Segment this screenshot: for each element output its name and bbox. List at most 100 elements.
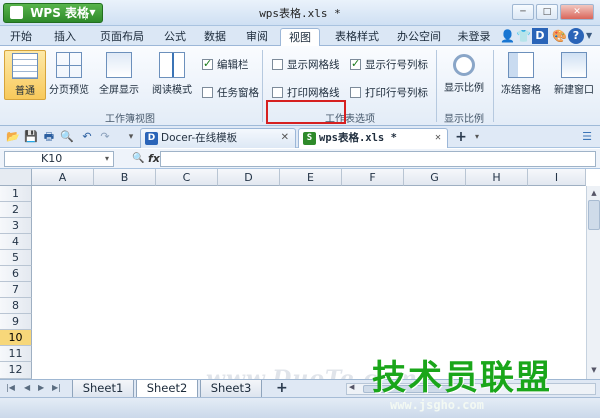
column-header[interactable]: A xyxy=(32,169,94,186)
row-header[interactable]: 11 xyxy=(0,346,32,362)
normal-view-button[interactable]: 普通 xyxy=(4,50,46,100)
help-icon[interactable]: ? xyxy=(568,28,584,44)
freeze-panes-button[interactable]: 冻结窗格 xyxy=(497,50,545,100)
tab-home[interactable]: 开始 xyxy=(2,28,40,46)
row-header[interactable]: 3 xyxy=(0,218,32,234)
row-header[interactable]: 9 xyxy=(0,314,32,330)
edit-bar-checkbox[interactable]: 编辑栏 xyxy=(202,57,249,74)
row-header[interactable]: 1 xyxy=(0,186,32,202)
scroll-left-icon[interactable]: ◀ xyxy=(349,383,354,391)
add-sheet-plus-icon[interactable]: + xyxy=(276,380,288,396)
site-brand-url: www.jsgho.com xyxy=(390,398,484,412)
print-preview-icon[interactable]: 🔍 xyxy=(60,130,74,144)
save-icon[interactable]: 💾 xyxy=(24,130,38,144)
sheet-tab-sheet3[interactable]: Sheet3 xyxy=(200,380,262,398)
row-header[interactable]: 4 xyxy=(0,234,32,250)
row-header[interactable]: 8 xyxy=(0,298,32,314)
tab-office-space[interactable]: 办公空间 xyxy=(392,28,446,46)
status-bar xyxy=(0,397,600,418)
chevron-down-icon[interactable]: ▾ xyxy=(105,152,109,166)
column-header[interactable]: H xyxy=(466,169,528,186)
ribbon: 普通 分页预览 全屏显示 阅读模式 编辑栏 任务窗格 工作簿视图 显示网格线 打… xyxy=(0,46,600,126)
page-break-preview-button[interactable]: 分页预览 xyxy=(48,50,90,100)
tab-page-layout[interactable]: 页面布局 xyxy=(92,28,152,46)
minimize-button[interactable]: ─ xyxy=(512,4,534,20)
new-tab-plus-icon[interactable]: + xyxy=(454,130,468,144)
spreadsheet-grid[interactable]: A B C D E F G H I 1 2 3 4 5 6 7 8 9 10 1… xyxy=(0,169,600,392)
scroll-up-icon[interactable]: ▲ xyxy=(588,187,600,199)
next-sheet-icon[interactable]: ▶ xyxy=(38,383,44,392)
row-header-selected[interactable]: 10 xyxy=(0,330,32,346)
sheet-tab-sheet2[interactable]: Sheet2 xyxy=(136,380,198,398)
customize-chevron-icon[interactable]: ▾ xyxy=(124,130,138,144)
column-header[interactable]: C xyxy=(156,169,218,186)
doc-tab-docer[interactable]: D Docer-在线模板 ✕ xyxy=(140,128,296,148)
column-header[interactable]: E xyxy=(280,169,342,186)
column-header[interactable]: G xyxy=(404,169,466,186)
checkbox-checked-icon xyxy=(202,57,213,71)
top-right-icons: 👤 👕 D 🎨 ? ▼ xyxy=(500,28,596,44)
tab-list-icon[interactable]: ☰ xyxy=(580,130,594,144)
new-window-label: 新建窗口 xyxy=(554,85,594,96)
freeze-panes-icon xyxy=(508,52,534,78)
column-header[interactable]: B xyxy=(94,169,156,186)
sheet-tab-sheet1[interactable]: Sheet1 xyxy=(72,380,134,398)
row-header[interactable]: 12 xyxy=(0,362,32,379)
column-header[interactable]: F xyxy=(342,169,404,186)
shirt-icon[interactable]: 👕 xyxy=(516,29,531,43)
first-sheet-icon[interactable]: |◀ xyxy=(6,383,15,392)
task-pane-checkbox[interactable]: 任务窗格 xyxy=(202,86,259,102)
new-window-button[interactable]: 新建窗口 xyxy=(548,50,600,100)
undo-icon[interactable]: ↶ xyxy=(80,130,94,144)
user-icon[interactable]: 👤 xyxy=(500,29,515,43)
redo-icon[interactable]: ↷ xyxy=(98,130,112,144)
print-headers-checkbox[interactable]: 打印行号列标 xyxy=(350,86,428,102)
reading-mode-button[interactable]: 阅读模式 xyxy=(148,50,196,100)
tab-review[interactable]: 审阅 xyxy=(240,28,274,46)
row-header[interactable]: 7 xyxy=(0,282,32,298)
scroll-down-icon[interactable]: ▼ xyxy=(588,364,600,376)
group-label-zoom: 显示比例 xyxy=(444,114,484,125)
column-header[interactable]: I xyxy=(528,169,586,186)
close-button[interactable]: ✕ xyxy=(560,4,594,20)
open-folder-icon[interactable]: 📂 xyxy=(6,130,20,144)
close-icon[interactable]: ✕ xyxy=(435,129,441,147)
show-gridlines-checkbox[interactable]: 显示网格线 xyxy=(272,58,340,74)
docer-icon[interactable]: D xyxy=(532,28,548,44)
column-header[interactable]: D xyxy=(218,169,280,186)
login-link[interactable]: 未登录 xyxy=(454,28,494,46)
name-box-value: K10 xyxy=(41,152,63,165)
zoom-search-icon[interactable]: 🔍 xyxy=(132,151,144,167)
zoom-button[interactable]: 显示比例 xyxy=(440,50,488,100)
tab-data[interactable]: 数据 xyxy=(198,28,232,46)
tab-table-style[interactable]: 表格样式 xyxy=(326,28,388,46)
row-header[interactable]: 6 xyxy=(0,266,32,282)
vertical-scrollbar[interactable]: ▲ ▼ xyxy=(586,186,600,379)
doc-tab-wps-xls[interactable]: S wps表格.xls * ✕ xyxy=(298,128,448,148)
close-icon[interactable]: ✕ xyxy=(281,129,289,147)
last-sheet-icon[interactable]: ▶| xyxy=(52,383,61,392)
row-header[interactable]: 2 xyxy=(0,202,32,218)
row-header[interactable]: 5 xyxy=(0,250,32,266)
checkbox-unchecked-icon xyxy=(272,59,283,70)
chevron-down-icon[interactable]: ▼ xyxy=(586,31,592,40)
prev-sheet-icon[interactable]: ◀ xyxy=(24,383,30,392)
tab-insert[interactable]: 插入 xyxy=(46,28,84,46)
show-headers-label: 显示行号列标 xyxy=(365,59,428,71)
print-icon[interactable]: 🖶 xyxy=(42,130,56,144)
chevron-down-icon[interactable]: ▾ xyxy=(470,130,484,144)
fullscreen-button[interactable]: 全屏显示 xyxy=(98,50,140,100)
show-headers-checkbox[interactable]: 显示行号列标 xyxy=(350,57,428,74)
title-bar: WPS 表格 ▼ wps表格.xls * ─ □ ✕ xyxy=(0,0,600,26)
formula-bar: K10 ▾ 🔍 fx xyxy=(0,149,600,169)
fx-icon[interactable]: fx xyxy=(148,151,160,167)
scroll-thumb[interactable] xyxy=(588,200,600,230)
maximize-button[interactable]: □ xyxy=(536,4,558,20)
select-all-corner[interactable] xyxy=(0,169,32,186)
name-box[interactable]: K10 ▾ xyxy=(4,151,114,167)
skin-icon[interactable]: 🎨 xyxy=(552,29,567,43)
tab-formula[interactable]: 公式 xyxy=(158,28,192,46)
formula-input[interactable] xyxy=(160,151,596,167)
fullscreen-label: 全屏显示 xyxy=(99,85,139,96)
tab-view[interactable]: 视图 xyxy=(280,28,320,46)
